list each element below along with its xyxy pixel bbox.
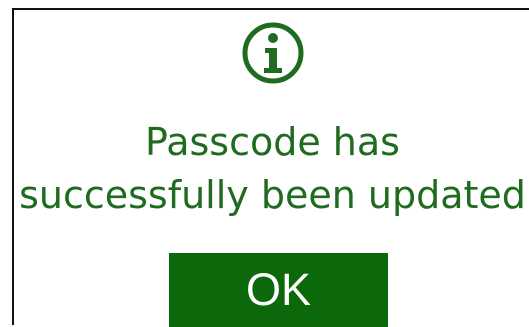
info-icon — [241, 21, 305, 85]
ok-button[interactable]: OK — [169, 253, 388, 327]
message-dialog: Passcode has successfully been updated O… — [12, 8, 529, 327]
dialog-message-line-2: successfully been updated — [19, 173, 526, 217]
dialog-message-line-1: Passcode has — [145, 120, 400, 164]
dialog-message: Passcode has successfully been updated — [14, 116, 529, 222]
